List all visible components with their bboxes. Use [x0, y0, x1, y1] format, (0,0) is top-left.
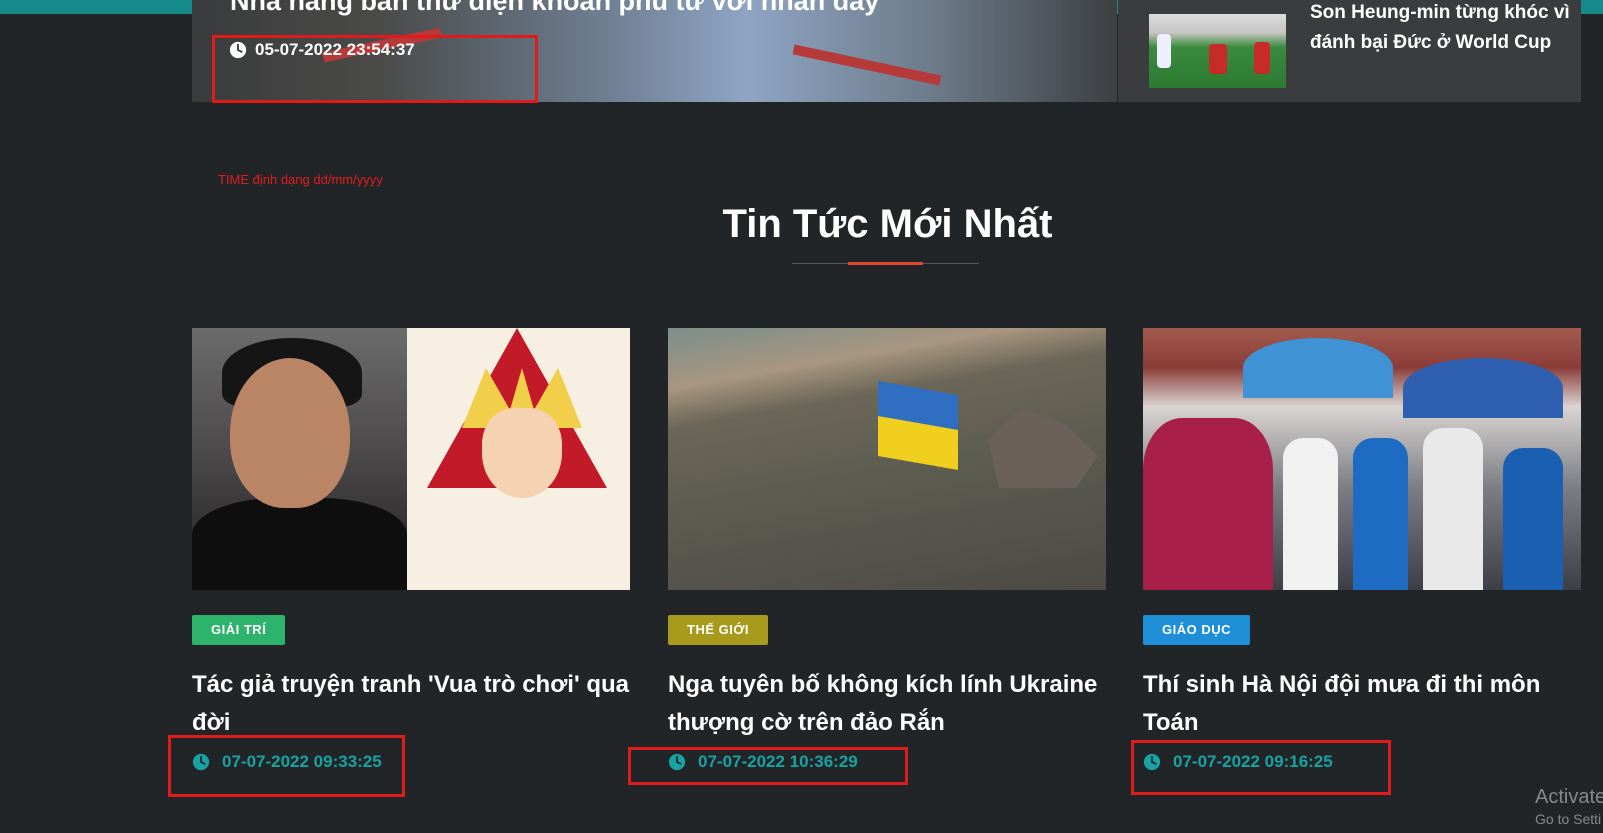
news-card-1-timestamp: 07-07-2022 09:33:25: [192, 752, 382, 772]
news-card-1[interactable]: [192, 328, 630, 590]
news-card-3-image[interactable]: [1143, 328, 1581, 590]
side-article-thumbnail[interactable]: [1149, 14, 1286, 88]
news-card-3[interactable]: [1143, 328, 1581, 590]
annotation-note: TIME định dạng dd/mm/yyyy: [218, 172, 383, 187]
news-card-2-timestamp: 07-07-2022 10:36:29: [668, 752, 858, 772]
category-badge-the-gioi[interactable]: THẾ GIỚI: [668, 615, 769, 645]
clock-icon: [192, 753, 210, 771]
hero-time-text: 05-07-2022 23:54:37: [255, 40, 415, 59]
category-badge-giai-tri[interactable]: GIẢI TRÍ: [192, 615, 286, 645]
hero-title[interactable]: Nhà hàng bán thư điện khoản phù từ với n…: [230, 0, 879, 17]
section-title: Tin Tức Mới Nhất: [722, 202, 1053, 246]
news-card-3-timestamp: 07-07-2022 09:16:25: [1143, 752, 1333, 772]
news-card-2[interactable]: [668, 328, 1106, 590]
news-card-2-time-text: 07-07-2022 10:36:29: [698, 752, 858, 771]
clock-icon: [1143, 753, 1161, 771]
news-card-1-time-text: 07-07-2022 09:33:25: [222, 752, 382, 771]
clock-icon: [668, 753, 686, 771]
activation-watermark: Activate Go to Setti: [1535, 786, 1603, 827]
news-card-3-title[interactable]: Thí sinh Hà Nội đội mưa đi thi môn Toán: [1143, 666, 1583, 742]
category-badge-giao-duc[interactable]: GIÁO DỤC: [1143, 615, 1250, 645]
side-article-title[interactable]: Son Heung-min từng khóc vì đánh bại Đức …: [1310, 0, 1575, 58]
clock-icon: [229, 41, 247, 59]
news-card-1-image[interactable]: [192, 328, 630, 590]
watermark-line-1: Activate: [1535, 786, 1603, 808]
watermark-line-2: Go to Setti: [1535, 811, 1602, 827]
news-card-2-title[interactable]: Nga tuyên bố không kích lính Ukraine thư…: [668, 666, 1108, 742]
news-card-3-time-text: 07-07-2022 09:16:25: [1173, 752, 1333, 771]
news-card-1-title[interactable]: Tác giả truyện tranh 'Vua trò chơi' qua …: [192, 666, 632, 742]
news-card-2-image[interactable]: [668, 328, 1106, 590]
hero-timestamp: 05-07-2022 23:54:37: [229, 40, 415, 60]
section-divider-accent: [848, 262, 923, 265]
